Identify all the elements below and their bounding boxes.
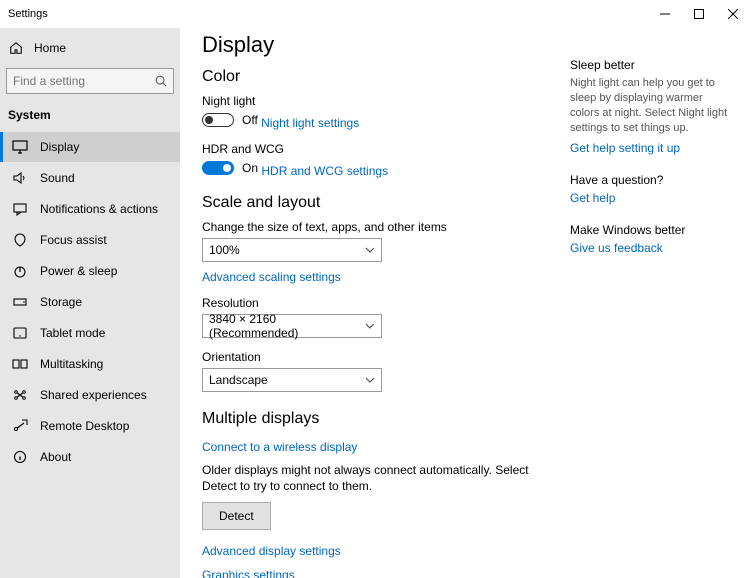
hdr-toggle[interactable]: On [202, 161, 258, 175]
sidebar-item-label: Power & sleep [40, 264, 117, 278]
sidebar-item-label: Remote Desktop [40, 419, 129, 433]
shared-icon [12, 387, 28, 403]
night-light-toggle[interactable]: Off [202, 113, 258, 127]
home-label: Home [34, 41, 66, 55]
about-icon [12, 449, 28, 465]
sidebar-item-focus-assist[interactable]: Focus assist [0, 225, 180, 255]
close-button[interactable] [716, 0, 750, 28]
minimize-button[interactable] [648, 0, 682, 28]
sidebar-item-storage[interactable]: Storage [0, 287, 180, 317]
night-light-state: Off [242, 113, 258, 127]
chevron-down-icon [365, 377, 375, 383]
window-title: Settings [0, 8, 48, 20]
home-nav[interactable]: Home [0, 34, 180, 68]
focus-assist-icon [12, 232, 28, 248]
page-title: Display [202, 32, 550, 58]
power-icon [12, 263, 28, 279]
sidebar-item-label: Tablet mode [40, 326, 105, 340]
sidebar-item-label: About [40, 450, 71, 464]
scale-label: Change the size of text, apps, and other… [202, 220, 550, 234]
chevron-down-icon [365, 247, 375, 253]
sidebar-item-label: Shared experiences [40, 388, 147, 402]
hdr-settings-link[interactable]: HDR and WCG settings [261, 164, 388, 178]
sidebar-item-notifications[interactable]: Notifications & actions [0, 194, 180, 224]
search-input[interactable] [6, 68, 174, 94]
get-help-link[interactable]: Get help [570, 191, 615, 205]
sleep-better-title: Sleep better [570, 58, 730, 72]
sidebar-item-label: Notifications & actions [40, 202, 158, 216]
multitasking-icon [12, 356, 28, 372]
hdr-state: On [242, 161, 258, 175]
sleep-better-link[interactable]: Get help setting it up [570, 141, 680, 155]
titlebar: Settings [0, 0, 750, 28]
storage-icon [12, 294, 28, 310]
sidebar-item-label: Focus assist [40, 233, 107, 247]
night-light-label: Night light [202, 94, 550, 108]
sidebar-item-multitasking[interactable]: Multitasking [0, 349, 180, 379]
feedback-link[interactable]: Give us feedback [570, 241, 663, 255]
maximize-button[interactable] [682, 0, 716, 28]
sidebar-item-label: Display [40, 140, 79, 154]
sidebar-item-shared-experiences[interactable]: Shared experiences [0, 380, 180, 410]
search-icon [154, 74, 168, 88]
question-title: Have a question? [570, 173, 730, 187]
sidebar-item-label: Sound [40, 171, 75, 185]
orientation-select[interactable]: Landscape [202, 368, 382, 392]
notifications-icon [12, 201, 28, 217]
detect-button[interactable]: Detect [202, 502, 271, 530]
scale-value: 100% [209, 243, 240, 257]
graphics-settings-link[interactable]: Graphics settings [202, 568, 295, 578]
multi-heading: Multiple displays [202, 410, 550, 428]
window-controls [648, 0, 750, 28]
night-light-settings-link[interactable]: Night light settings [261, 116, 359, 130]
remote-icon [12, 418, 28, 434]
detect-note: Older displays might not always connect … [202, 462, 550, 494]
better-title: Make Windows better [570, 223, 730, 237]
advanced-display-link[interactable]: Advanced display settings [202, 544, 341, 558]
color-heading: Color [202, 68, 550, 86]
sidebar-item-label: Multitasking [40, 357, 103, 371]
sound-icon [12, 170, 28, 186]
advanced-scaling-link[interactable]: Advanced scaling settings [202, 270, 341, 284]
sidebar: Home System Display Sound Notifications … [0, 28, 180, 578]
home-icon [8, 40, 24, 56]
minimize-icon [660, 9, 670, 19]
resolution-value: 3840 × 2160 (Recommended) [209, 312, 365, 340]
sidebar-item-remote-desktop[interactable]: Remote Desktop [0, 411, 180, 441]
close-icon [728, 9, 738, 19]
sleep-better-body: Night light can help you get to sleep by… [570, 76, 730, 135]
tablet-icon [12, 325, 28, 341]
resolution-label: Resolution [202, 296, 550, 310]
scale-select[interactable]: 100% [202, 238, 382, 262]
display-icon [12, 139, 28, 155]
sidebar-item-power-sleep[interactable]: Power & sleep [0, 256, 180, 286]
sidebar-item-tablet-mode[interactable]: Tablet mode [0, 318, 180, 348]
connect-wireless-link[interactable]: Connect to a wireless display [202, 440, 357, 454]
sidebar-item-label: Storage [40, 295, 82, 309]
category-title: System [0, 106, 180, 132]
chevron-down-icon [365, 323, 375, 329]
content-area: Display Color Night light Off Night ligh… [180, 28, 750, 578]
sidebar-item-sound[interactable]: Sound [0, 163, 180, 193]
search-wrap [0, 68, 180, 106]
help-panel: Sleep better Night light can help you ge… [570, 32, 730, 568]
sidebar-item-about[interactable]: About [0, 442, 180, 472]
main-panel: Display Color Night light Off Night ligh… [202, 32, 570, 568]
maximize-icon [694, 9, 704, 19]
hdr-label: HDR and WCG [202, 142, 550, 156]
scale-heading: Scale and layout [202, 194, 550, 212]
orientation-label: Orientation [202, 350, 550, 364]
sidebar-item-display[interactable]: Display [0, 132, 180, 162]
orientation-value: Landscape [209, 373, 268, 387]
resolution-select[interactable]: 3840 × 2160 (Recommended) [202, 314, 382, 338]
